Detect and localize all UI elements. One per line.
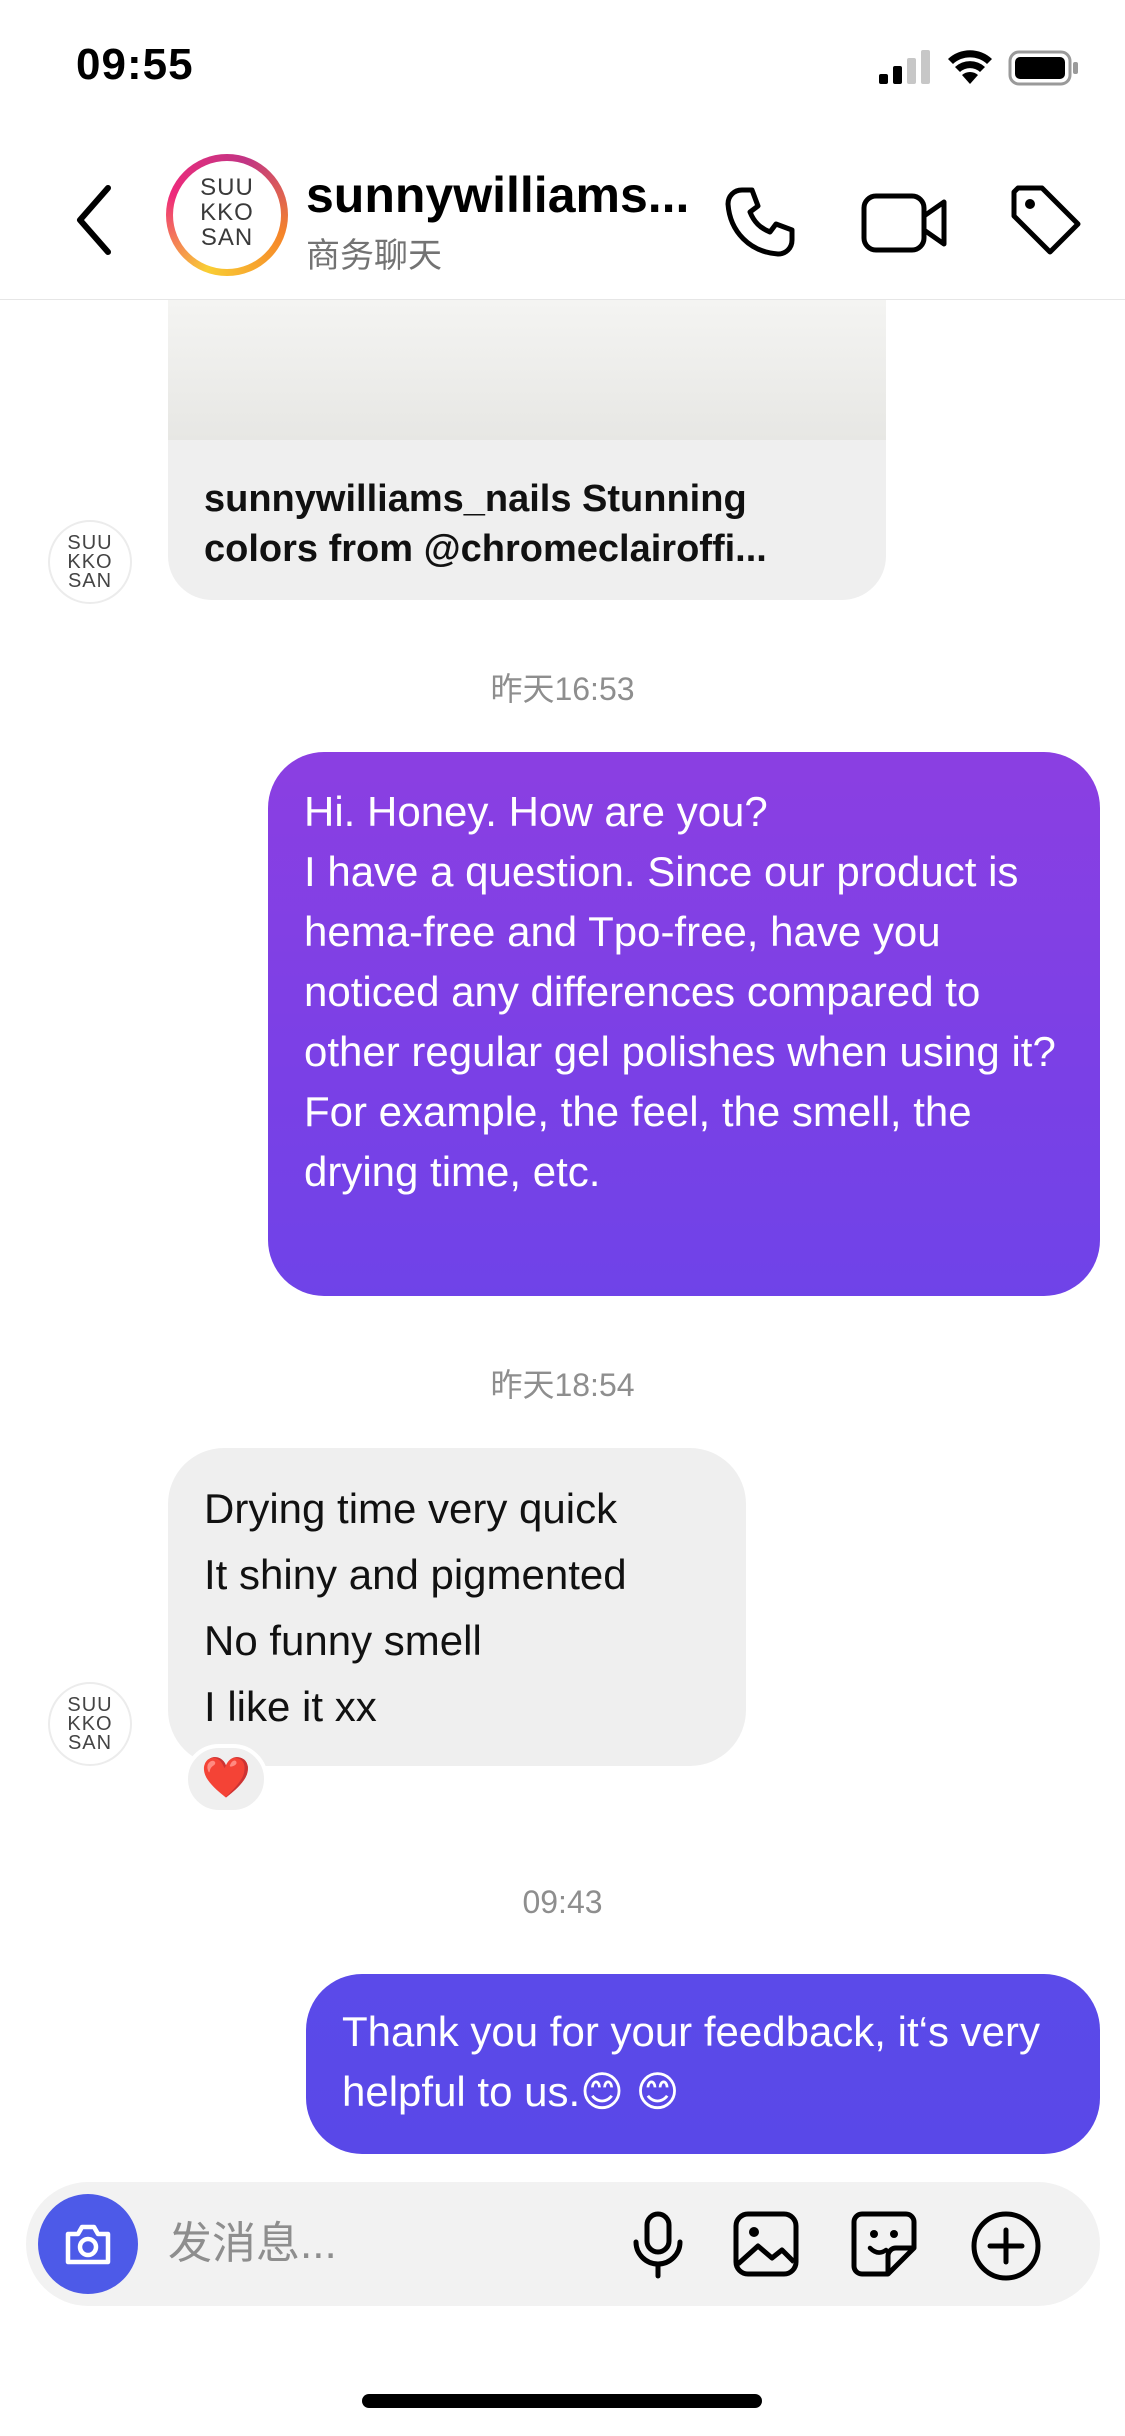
sender-avatar[interactable]: SUU KKO SAN	[48, 1682, 132, 1766]
outgoing-message[interactable]: Thank you for your feedback, it‘s very h…	[306, 1974, 1100, 2154]
sender-avatar[interactable]: SUU KKO SAN	[48, 520, 132, 604]
message-timestamp: 09:43	[522, 1884, 603, 1920]
home-indicator[interactable]	[362, 2394, 762, 2408]
message-composer	[26, 2182, 1100, 2306]
message-text: Drying time very quick It shiny and pigm…	[204, 1485, 627, 1730]
wifi-icon	[948, 50, 992, 84]
shared-post-caption: sunnywilliams_nails Stunning colors from…	[204, 478, 767, 570]
message-input[interactable]	[168, 2212, 598, 2276]
message-timestamp: 昨天16:53	[490, 671, 635, 707]
phone-icon[interactable]	[720, 182, 800, 262]
chat-header: SUU KKO SAN sunnywilliams... 商务聊天	[0, 140, 1125, 300]
status-time: 09:55	[76, 40, 194, 89]
battery-icon	[1008, 50, 1078, 86]
microphone-icon[interactable]	[622, 2208, 694, 2280]
sticker-icon[interactable]	[848, 2208, 920, 2280]
back-icon[interactable]	[68, 180, 124, 260]
video-icon[interactable]	[860, 182, 950, 262]
plus-icon[interactable]	[968, 2208, 1044, 2284]
camera-button[interactable]	[38, 2194, 138, 2294]
message-timestamp: 昨天18:54	[490, 1367, 635, 1403]
heart-reaction[interactable]: ❤️	[184, 1744, 268, 1814]
status-bar: 09:55	[0, 0, 1125, 140]
outgoing-message[interactable]: Hi. Honey. How are you? I have a questio…	[268, 752, 1100, 1296]
image-icon[interactable]	[730, 2208, 802, 2280]
avatar-logo: SUU KKO SAN	[200, 174, 254, 251]
signal-icon	[879, 50, 930, 84]
contact-name[interactable]: sunnywilliams...	[306, 166, 689, 224]
shared-post-image[interactable]	[168, 300, 886, 440]
incoming-message[interactable]: Drying time very quick It shiny and pigm…	[168, 1448, 746, 1766]
camera-icon	[65, 2224, 111, 2265]
message-text: Hi. Honey. How are you? I have a questio…	[304, 788, 1056, 1195]
shared-post-card[interactable]: sunnywilliams_nails Stunning colors from…	[168, 300, 886, 600]
contact-avatar[interactable]: SUU KKO SAN	[166, 154, 288, 276]
message-text: Thank you for your feedback, it‘s very h…	[342, 2008, 1040, 2115]
chat-type-label: 商务聊天	[306, 237, 442, 275]
tag-icon[interactable]	[1006, 180, 1086, 260]
